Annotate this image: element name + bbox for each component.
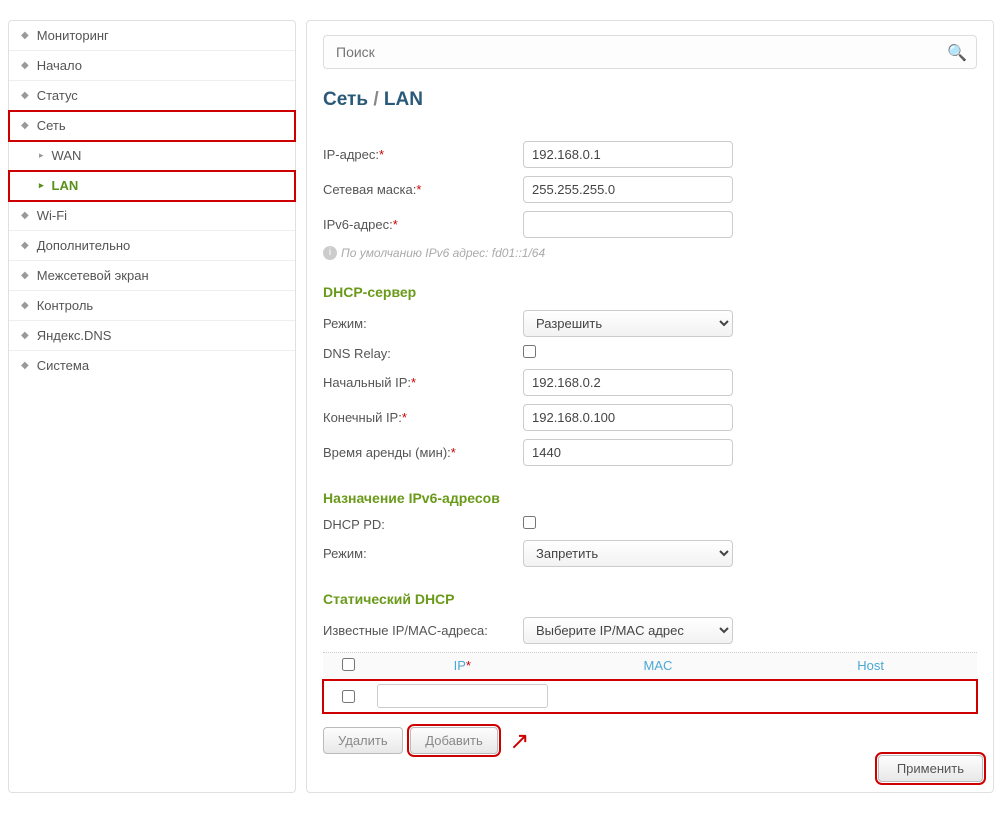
ipv6-assign-title: Назначение IPv6-адресов	[323, 490, 977, 506]
mask-label: Сетевая маска:*	[323, 182, 523, 197]
table-row	[323, 680, 977, 713]
dns-relay-checkbox[interactable]	[523, 345, 536, 358]
known-addr-label: Известные IP/MAC-адреса:	[323, 623, 523, 638]
end-ip-input[interactable]	[523, 404, 733, 431]
chevron-right-icon: ◆	[21, 90, 29, 101]
ipv6-label: IPv6-адрес:*	[323, 217, 523, 232]
dhcp-title: DHCP-сервер	[323, 284, 977, 300]
nav-lan[interactable]: ▸LAN	[9, 171, 295, 201]
nav-advanced[interactable]: ◆Дополнительно	[9, 231, 295, 261]
lease-label: Время аренды (мин):*	[323, 445, 523, 460]
row-mac-input[interactable]	[556, 684, 761, 706]
nav-start[interactable]: ◆Начало	[9, 51, 295, 81]
row-ip-input[interactable]	[377, 684, 548, 708]
end-ip-label: Конечный IP:*	[323, 410, 523, 425]
col-ip-header: IP*	[373, 653, 552, 679]
ip-input[interactable]	[523, 141, 733, 168]
apply-button[interactable]: Применить	[878, 755, 983, 782]
nav-wifi[interactable]: ◆Wi-Fi	[9, 201, 295, 231]
nav-wan[interactable]: ▸WAN↘	[9, 141, 295, 171]
chevron-right-icon: ◆	[21, 30, 29, 41]
start-ip-input[interactable]	[523, 369, 733, 396]
chevron-right-icon: ▸	[39, 180, 44, 191]
static-dhcp-title: Статический DHCP	[323, 591, 977, 607]
dhcp-pd-label: DHCP PD:	[323, 517, 523, 532]
chevron-right-icon: ▸	[39, 150, 44, 161]
ipv6-input[interactable]	[523, 211, 733, 238]
mask-input[interactable]	[523, 176, 733, 203]
ipv6-mode-select[interactable]: Запретить	[523, 540, 733, 567]
nav-status[interactable]: ◆Статус	[9, 81, 295, 111]
main-panel: 🔍 Сеть / LAN IP-адрес:* Сетевая маска:* …	[306, 20, 994, 793]
chevron-right-icon: ◆	[21, 210, 29, 221]
row-host-input[interactable]	[768, 684, 973, 706]
ipv6-mode-label: Режим:	[323, 546, 523, 561]
ipv6-hint: iПо умолчанию IPv6 адрес: fd01::1/64	[323, 246, 977, 260]
info-icon: i	[323, 246, 337, 260]
nav-system[interactable]: ◆Система	[9, 351, 295, 380]
chevron-right-icon: ◆	[21, 330, 29, 341]
col-host-header: Host	[764, 653, 977, 679]
delete-button[interactable]: Удалить	[323, 727, 403, 754]
ip-label: IP-адрес:*	[323, 147, 523, 162]
known-addr-select[interactable]: Выберите IP/MAC адрес	[523, 617, 733, 644]
static-table-head: IP* MAC Host	[323, 652, 977, 680]
chevron-right-icon: ◆	[21, 60, 29, 71]
lease-input[interactable]	[523, 439, 733, 466]
search-input[interactable]	[323, 35, 977, 69]
chevron-right-icon: ◆	[21, 240, 29, 251]
nav-firewall[interactable]: ◆Межсетевой экран	[9, 261, 295, 291]
nav-control[interactable]: ◆Контроль	[9, 291, 295, 321]
chevron-right-icon: ◆	[21, 270, 29, 281]
dhcp-mode-label: Режим:	[323, 316, 523, 331]
row-checkbox[interactable]	[342, 690, 355, 703]
start-ip-label: Начальный IP:*	[323, 375, 523, 390]
chevron-right-icon: ◆	[21, 300, 29, 311]
nav-yandex[interactable]: ◆Яндекс.DNS	[9, 321, 295, 351]
search-icon: 🔍	[947, 43, 967, 63]
chevron-right-icon: ◆	[21, 360, 29, 371]
add-button[interactable]: Добавить	[410, 727, 497, 754]
breadcrumb: Сеть / LAN	[323, 89, 977, 111]
select-all-checkbox[interactable]	[342, 658, 355, 671]
dns-relay-label: DNS Relay:	[323, 346, 523, 361]
dhcp-mode-select[interactable]: Разрешить	[523, 310, 733, 337]
chevron-right-icon: ◆	[21, 120, 29, 131]
nav-monitoring[interactable]: ◆Мониторинг	[9, 21, 295, 51]
dhcp-pd-checkbox[interactable]	[523, 516, 536, 529]
annotation-arrow-icon: ↗	[509, 728, 529, 755]
sidebar: ◆Мониторинг ◆Начало ◆Статус ◆Сеть ▸WAN↘ …	[8, 20, 296, 793]
nav-network[interactable]: ◆Сеть	[9, 111, 295, 141]
col-mac-header: MAC	[552, 653, 765, 679]
